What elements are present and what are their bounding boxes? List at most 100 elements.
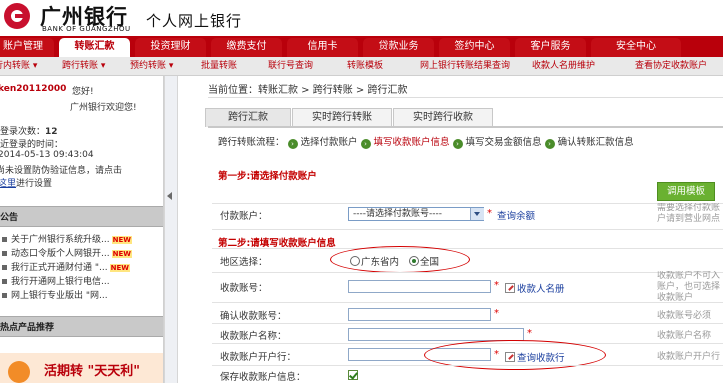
divider [208, 97, 723, 98]
use-template-button[interactable]: 调用模板 [657, 182, 715, 201]
username: ken20112000 [0, 84, 67, 94]
divider [212, 248, 723, 249]
notice-section-title: 公告 [0, 213, 19, 223]
subnav-intra-transfer[interactable]: 行内转账 ▾ [0, 57, 37, 75]
subnav-batch-transfer[interactable]: 批量转账 [201, 57, 237, 75]
divider [212, 302, 723, 303]
chevron-down-icon[interactable] [470, 208, 484, 220]
step-arrow-icon: › [287, 139, 298, 149]
steps-prefix: 跨行转账流程： [218, 137, 285, 148]
notice-item[interactable]: 我行正式开通财付通 "... NEW [2, 260, 130, 274]
required-mark: * [494, 308, 499, 319]
sidebar-toggle-strip[interactable] [164, 76, 178, 383]
main-nav: 账户管理 转账汇款 投资理财 缴费支付 信用卡 贷款业务 签约中心 客户服务 安… [0, 36, 723, 57]
subnav-payee-book[interactable]: 收款人名册维护 [532, 57, 595, 75]
login-count-label: 登录次数： [0, 127, 46, 137]
payee-name-label: 收款账户名称： [220, 331, 287, 342]
step-item: 填写交易金额信息 [465, 137, 542, 148]
tab-realtime-collection[interactable]: 实时跨行收款 [393, 108, 493, 127]
last-login-time: 2014-05-13 09:43:04 [0, 150, 94, 160]
promo-arrow-icon [8, 361, 30, 383]
welcome-text: 广州银行欢迎您! [70, 103, 137, 113]
step-arrow-icon: › [360, 139, 371, 149]
payee-book-link[interactable]: 收款人名册 [505, 281, 565, 295]
notice-section-header: 公告 [0, 206, 163, 227]
nav-tab-signing[interactable]: 签约中心 [439, 38, 510, 57]
payee-account-input[interactable] [348, 280, 491, 293]
confirm-account-hint: 收款账号必须 [657, 311, 712, 321]
nav-tab-credit-card[interactable]: 信用卡 [287, 38, 358, 57]
greeting: 您好! [72, 87, 94, 97]
step-item-current: 填写收款账户信息 [373, 137, 450, 148]
confirm-account-input[interactable] [348, 308, 491, 321]
pay-account-hint: 需要选择付款账户请到营业网点 [657, 203, 721, 224]
breadcrumb: 当前位置：转账汇款 > 跨行转账 > 跨行汇款 [208, 85, 408, 96]
sub-nav: 行内转账 ▾ 跨行转账 ▾ 预约转账 ▾ 批量转账 联行号查询 转账模板 网上银… [0, 57, 723, 76]
nav-tab-transfer[interactable]: 转账汇款 [59, 38, 130, 57]
nav-tab-investment[interactable]: 投资理财 [135, 38, 206, 57]
new-badge: NEW [111, 250, 132, 258]
required-mark: * [527, 328, 532, 339]
step2-title: 第二步:请填写收款账户信息 [218, 238, 336, 249]
notice-item[interactable]: 关于广州银行系统升级... NEW [2, 232, 132, 246]
notice-text: 网上银行专业版出 "网... [11, 291, 108, 301]
query-balance-link[interactable]: 查询余额 [497, 208, 535, 222]
bullet-icon [2, 279, 7, 284]
nav-tab-loan[interactable]: 贷款业务 [363, 38, 434, 57]
notice-text: 我行正式开通财付通 "... [11, 263, 108, 273]
collapse-arrow-icon[interactable] [167, 192, 172, 200]
subnav-scheduled-transfer[interactable]: 预约转账 ▾ [130, 57, 173, 75]
payee-name-input[interactable] [348, 328, 524, 341]
subnav-result-query[interactable]: 网上银行转账结果查询 [420, 57, 510, 75]
pay-account-select[interactable]: ----请选择付款账号---- [348, 207, 484, 221]
nav-tab-payment[interactable]: 缴费支付 [211, 38, 282, 57]
save-info-checkbox[interactable] [348, 370, 358, 380]
security-setting-link[interactable]: 这里 [0, 179, 16, 189]
notice-item[interactable]: 我行开通网上银行电信... [2, 274, 110, 288]
site-title: 个人网上银行 [146, 12, 243, 30]
highlight-ellipse [330, 246, 470, 273]
tab-cross-bank-remit[interactable]: 跨行汇款 [205, 108, 291, 127]
payee-name-hint: 收款账户名称 [657, 331, 712, 341]
promo-text: 活期转 "天天利" [44, 364, 141, 379]
payee-book-link-text: 收款人名册 [517, 284, 565, 295]
login-count: 12 [45, 127, 58, 137]
promo-banner[interactable]: 活期转 "天天利" [0, 353, 163, 383]
last-login-label: 近登录的时间： [0, 140, 64, 150]
payee-bank-hint: 收款账户开户行 [657, 352, 721, 362]
pay-account-label: 付款账户： [220, 211, 268, 222]
tab-realtime-transfer[interactable]: 实时跨行转账 [292, 108, 392, 127]
subnav-transfer-template[interactable]: 转账模板 [347, 57, 383, 75]
subnav-inter-transfer[interactable]: 跨行转账 ▾ [62, 57, 105, 75]
notice-text: 动态口令版个人网银开... [11, 249, 110, 259]
bullet-icon [2, 293, 7, 298]
nav-tab-service[interactable]: 客户服务 [515, 38, 586, 57]
nav-tab-account[interactable]: 账户管理 [0, 38, 54, 57]
notice-item[interactable]: 动态口令版个人网银开... NEW [2, 246, 132, 260]
divider [212, 203, 723, 204]
login-count-row: 登录次数：12 [0, 124, 58, 137]
security-notice-suffix: 进行设置 [16, 179, 53, 189]
header: 广州银行 BANK OF GUANGZHOU 个人网上银行 [0, 0, 723, 36]
notice-item[interactable]: 网上银行专业版出 "网... [2, 288, 108, 302]
divider [212, 365, 723, 366]
required-mark: * [487, 208, 492, 219]
subnav-agreed-accounts[interactable]: 查看协定收款账户 [635, 57, 707, 75]
security-notice-row: 这里进行设置 [0, 176, 52, 189]
new-badge: NEW [109, 264, 130, 272]
edit-icon [505, 283, 515, 293]
notice-text: 我行开通网上银行电信... [11, 277, 110, 287]
nav-tab-security[interactable]: 安全中心 [591, 38, 681, 57]
bank-name-en: BANK OF GUANGZHOU [42, 25, 131, 33]
step1-title: 第一步:请选择付款账户 [218, 171, 317, 182]
payee-account-label: 收款账号： [220, 283, 268, 294]
products-section-header: 热点产品推荐 [0, 316, 163, 337]
tab-underline [208, 126, 723, 128]
bullet-icon [2, 237, 7, 242]
step-arrow-icon: › [544, 139, 555, 149]
step-item: 选择付款账户 [300, 137, 358, 148]
divider [212, 229, 723, 230]
process-steps: 跨行转账流程： › 选择付款账户 › 填写收款账户信息 › 填写交易金额信息 › 确认转账汇款信… [218, 134, 634, 149]
new-badge: NEW [111, 236, 132, 244]
subnav-bank-code-query[interactable]: 联行号查询 [268, 57, 313, 75]
